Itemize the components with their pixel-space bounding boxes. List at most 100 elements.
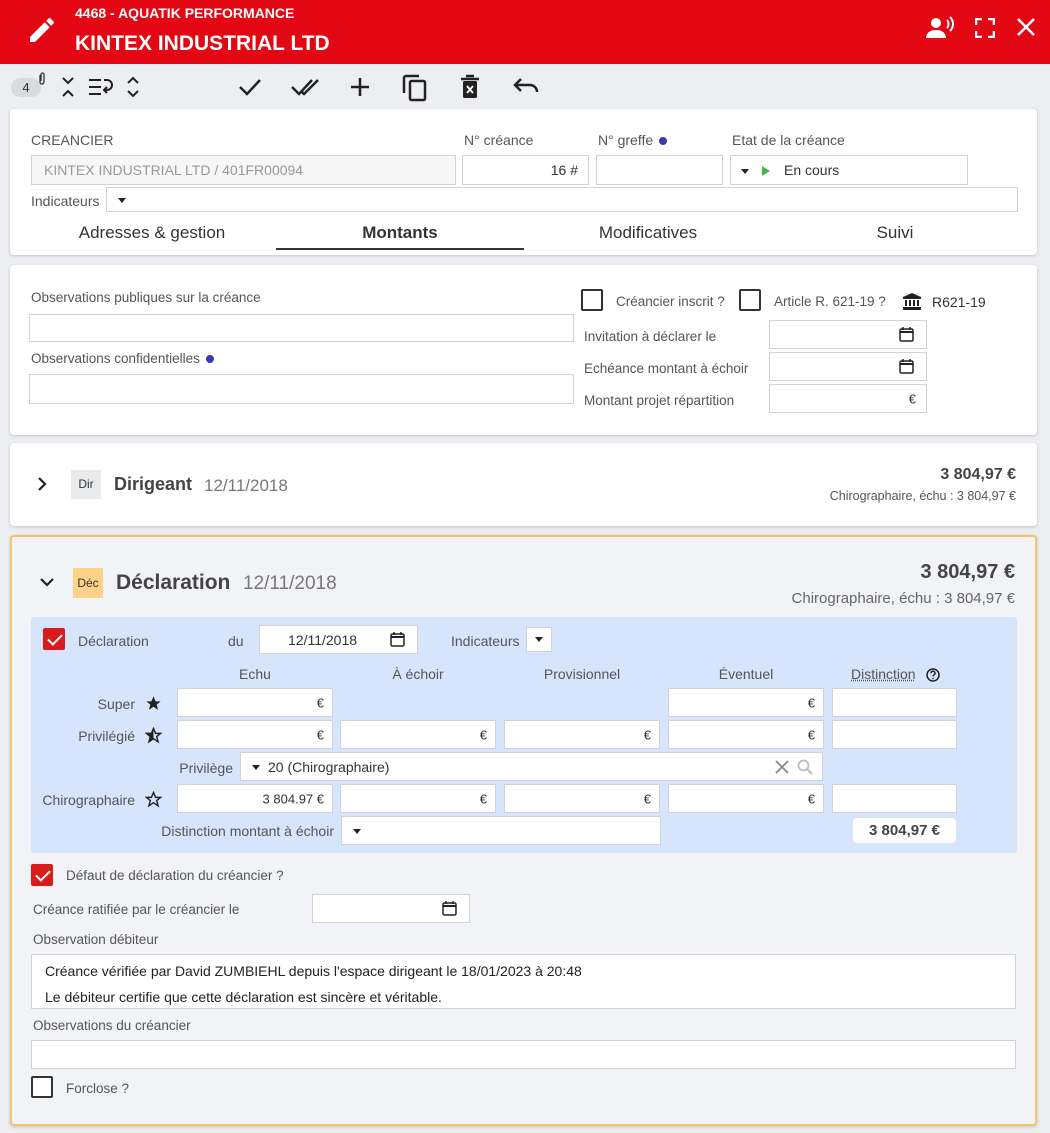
super-distinction-input[interactable] [832,688,957,717]
n-greffe-input[interactable] [596,155,723,185]
calendar-icon[interactable] [899,359,914,374]
indicateurs-dec-select[interactable] [526,627,552,652]
invitation-label: Invitation à déclarer le [584,329,717,344]
clear-icon[interactable] [775,760,789,774]
tab-suivi[interactable]: Suivi [772,223,1018,243]
double-check-icon[interactable] [290,78,322,96]
tab-adresses[interactable]: Adresses & gestion [28,223,276,243]
calendar-icon[interactable] [442,901,457,916]
euro-suffix: € [316,727,324,742]
dir-badge: Dir [71,470,101,499]
chiro-distinction-input[interactable] [832,784,957,813]
chevron-right-icon[interactable] [37,476,47,492]
paperclip-icon[interactable] [37,72,47,86]
row-chirographaire-label: Chirographaire [42,792,135,808]
help-icon[interactable] [205,355,214,364]
obs-debiteur-textarea[interactable]: Créance vérifiée par David ZUMBIEHL depu… [31,954,1016,1009]
dec-badge: Déc [73,568,103,598]
obs-confidentielles-label: Observations confidentielles [31,351,200,366]
chevron-down-icon[interactable] [39,577,55,587]
privilegie-echu-input[interactable]: € [177,720,333,749]
chiro-provisionnel-input[interactable]: € [504,784,660,813]
du-date-input[interactable]: 12/11/2018 [259,625,418,654]
check-icon[interactable] [238,78,262,96]
chevron-down-icon [118,198,126,203]
chevron-down-icon [353,829,361,834]
help-circle-icon[interactable] [926,668,940,682]
star-outline-icon [145,791,162,808]
tab-montants[interactable]: Montants [276,223,524,243]
row-super-label: Super [97,696,135,712]
etat-select[interactable]: En cours [730,155,968,185]
obs-debiteur-line1: Créance vérifiée par David ZUMBIEHL depu… [45,963,582,979]
privilegie-provisionnel-input[interactable]: € [504,720,660,749]
indicateurs-select[interactable] [106,187,1018,212]
col-provisionnel: Provisionnel [543,666,621,682]
n-creance-label: N° créance [464,132,534,148]
echeance-label: Echéance montant à échoir [584,361,749,376]
euro-suffix: € [643,791,651,806]
calendar-icon[interactable] [390,632,405,647]
observations-card: Observations publiques sur la créance Ob… [10,265,1037,435]
defaut-checkbox[interactable] [31,864,53,886]
fullscreen-icon[interactable] [975,18,995,38]
privilege-value: 20 (Chirographaire) [268,758,390,775]
ratifiee-label: Créance ratifiée par le créancier le [33,902,240,917]
obs-confidentielles-input[interactable] [29,374,574,404]
privilegie-a-echoir-input[interactable]: € [340,720,496,749]
wrap-lines-icon[interactable] [88,78,114,96]
ratifiee-date-input[interactable] [312,894,470,923]
voice-user-icon[interactable] [925,16,955,40]
creancier-inscrit-checkbox[interactable] [581,289,603,311]
forclose-checkbox[interactable] [31,1076,53,1098]
invitation-date-input[interactable] [769,320,927,349]
copy-icon[interactable] [402,74,428,102]
add-icon[interactable] [349,76,371,98]
declaration-sub: Chirographaire, échu : 3 804,97 € [791,590,1015,607]
n-creance-input[interactable]: 16 # [462,155,589,185]
du-label: du [228,633,244,649]
edit-pencil-icon[interactable] [26,14,58,46]
super-echu-input[interactable]: € [177,688,333,717]
row-privilegie-label: Privilégié [78,728,135,744]
euro-suffix: € [807,791,815,806]
search-icon[interactable] [797,759,813,775]
undo-icon[interactable] [512,76,540,96]
echeance-date-input[interactable] [769,352,927,381]
creancier-inscrit-label: Créancier inscrit ? [616,294,725,309]
calendar-icon[interactable] [899,327,914,342]
chiro-a-echoir-input[interactable]: € [340,784,496,813]
etat-label: Etat de la créance [732,132,845,148]
col-distinction: Distinction [851,666,916,682]
privilege-select[interactable]: 20 (Chirographaire) [240,752,823,781]
obs-publiques-input[interactable] [29,314,574,342]
distinction-montant-select[interactable] [341,816,661,845]
projet-input[interactable]: € [769,384,927,413]
expand-all-icon[interactable] [126,76,140,98]
chiro-echu-input[interactable]: 3 804.97 € [177,784,333,813]
indicateurs-label: Indicateurs [31,193,100,209]
star-half-icon [145,727,162,744]
delete-icon[interactable] [460,74,480,100]
dirigeant-date: 12/11/2018 [204,476,288,495]
obs-creancier-input[interactable] [31,1040,1016,1069]
declaration-checkbox[interactable] [43,628,65,650]
tab-modificatives[interactable]: Modificatives [524,223,772,243]
dirigeant-card[interactable]: Dir Dirigeant 12/11/2018 3 804,97 € Chir… [10,443,1037,526]
help-icon[interactable] [659,137,668,146]
projet-label: Montant projet répartition [584,393,735,408]
euro-suffix: € [316,695,324,710]
chiro-eventuel-input[interactable]: € [668,784,824,813]
privilegie-distinction-input[interactable] [832,720,957,749]
super-eventuel-input[interactable]: € [668,688,824,717]
chevron-down-icon [535,637,543,642]
collapse-all-icon[interactable] [61,76,75,98]
n-greffe-label-wrap: N° greffe [598,132,668,148]
dirigeant-title: Dirigeant [114,474,193,494]
toolbar: 4 [0,64,1050,108]
close-icon[interactable] [1017,18,1035,36]
star-filled-icon [145,695,162,712]
article-checkbox[interactable] [739,289,761,311]
privilegie-eventuel-input[interactable]: € [668,720,824,749]
chevron-down-icon [741,169,749,174]
